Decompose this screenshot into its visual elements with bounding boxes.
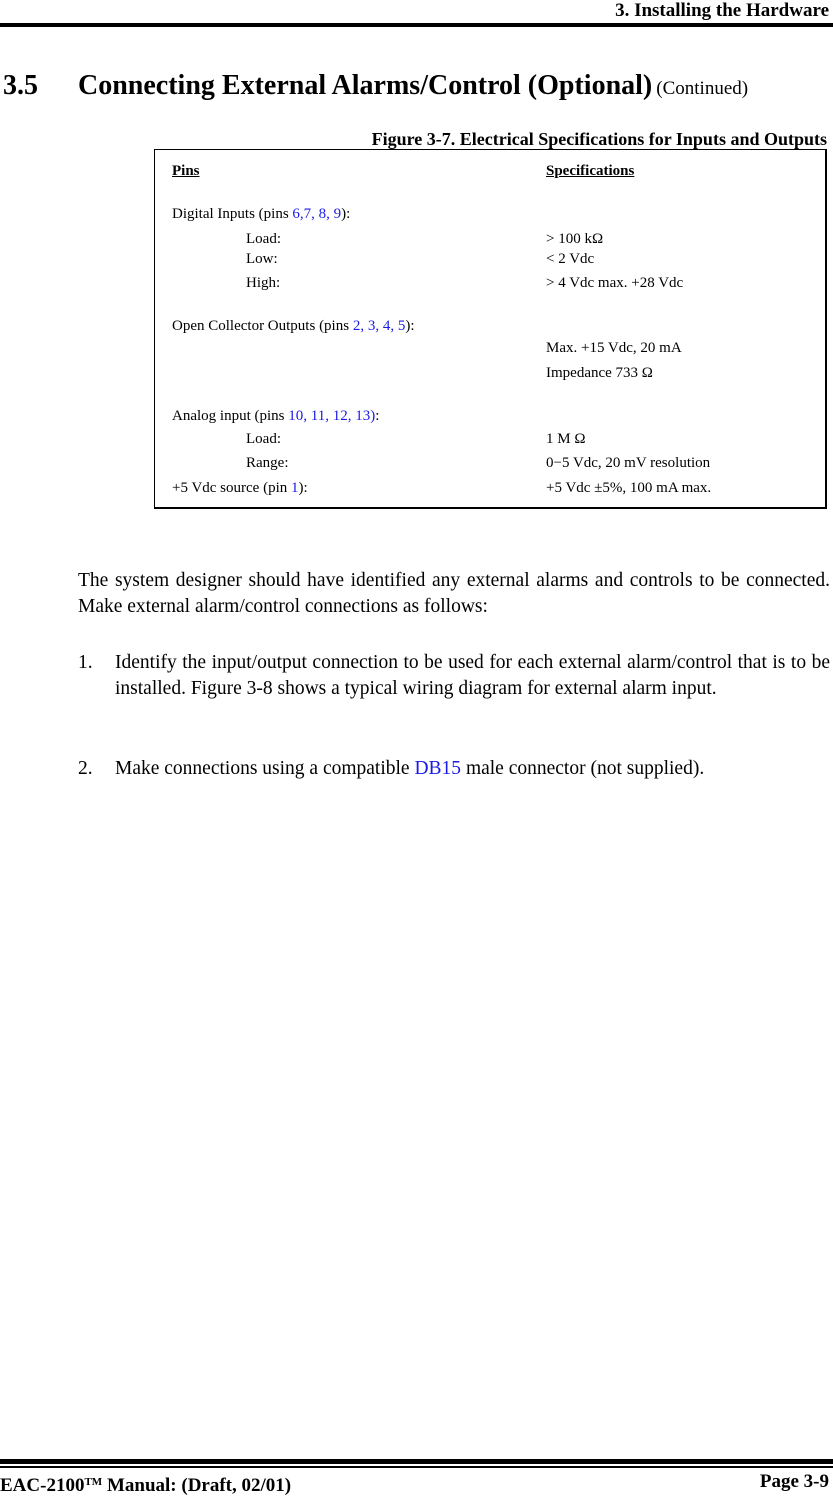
label-text: : [375,408,380,424]
spec-value: > 4 Vdc max. +28 Vdc [546,275,684,291]
label-text: +5 Vdc source (pin [172,480,291,496]
step-item: 1. Identify the input/output connection … [78,650,830,702]
label-text: Digital Inputs (pins [172,206,293,222]
spec-value: 0−5 Vdc, 20 mV resolution [546,455,711,471]
footer-rule-thin [0,1466,833,1468]
spec-name: Range: [246,455,289,471]
spec-row: Range: 0−5 Vdc, 20 mV resolution [155,453,825,473]
pin-link[interactable]: 6,7, 8, 9 [292,206,341,222]
pin-link[interactable]: 10, 11, 12, 13) [288,408,375,424]
spec-value: Max. +15 Vdc, 20 mA [546,340,682,356]
open-collector-label: Open Collector Outputs (pins 2, 3, 4, 5)… [172,316,415,336]
specifications-column-header: Specifications [546,163,635,179]
chapter-header: 3. Installing the Hardware [615,0,829,21]
step-item: 2. Make connections using a compatible D… [78,756,830,782]
section-heading: Connecting External Alarms/Control (Opti… [78,70,653,101]
spec-name: Load: [246,431,281,447]
spec-row: Max. +15 Vdc, 20 mA [155,338,825,358]
section-continued: (Continued) [656,78,749,99]
spec-header-row: Pins Specifications [155,161,825,181]
section-title: 3.5 Connecting External Alarms/Control (O… [3,70,748,102]
vdc-source-row: +5 Vdc source (pin 1): +5 Vdc ±5%, 100 m… [155,478,825,498]
spec-row: Load: > 100 kΩ [155,229,825,249]
spec-row: High: > 4 Vdc max. +28 Vdc [155,273,825,293]
open-collector-label-row: Open Collector Outputs (pins 2, 3, 4, 5)… [155,316,825,336]
spec-name: Low: [246,251,278,267]
label-text: ): [298,480,308,496]
page-number: Page 3-9 [759,1471,829,1492]
analog-input-label: Analog input (pins 10, 11, 12, 13): [172,406,379,426]
spec-value: +5 Vdc ±5%, 100 mA max. [546,480,712,496]
step-number: 2. [78,758,93,779]
spec-name: High: [246,275,281,291]
step-text-after: male connector (not supplied). [461,758,705,779]
spec-value: 1 M Ω [546,431,586,447]
spec-row: Low: < 2 Vdc [155,249,825,269]
product-name: EAC-2100 [0,1475,85,1496]
step-number: 1. [78,652,93,673]
figure-caption: Figure 3-7. Electrical Specifications fo… [371,129,827,149]
intro-paragraph: The system designer should have identifi… [78,570,830,617]
label-text: Analog input (pins [172,408,289,424]
manual-draft: Manual: (Draft, 02/01) [102,1475,292,1496]
pin-link[interactable]: 1 [291,480,299,496]
step-text-before: Make connections using a compatible [115,758,415,779]
spec-table: Pins Specifications Digital Inputs (pins… [154,149,827,509]
db15-link[interactable]: DB15 [414,758,461,779]
step-text: Make connections using a compatible DB15… [115,756,830,782]
analog-input-label-row: Analog input (pins 10, 11, 12, 13): [155,406,825,426]
spec-row: Impedance 733 Ω [155,363,825,383]
pins-column-header: Pins [172,163,200,179]
footer-rule-thick [0,1459,833,1464]
header-rule [0,23,833,27]
label-text: ): [341,206,351,222]
label-text: Open Collector Outputs (pins [172,318,353,334]
digital-inputs-label-row: Digital Inputs (pins 6,7, 8, 9): [155,204,825,224]
digital-inputs-label: Digital Inputs (pins 6,7, 8, 9): [172,204,350,224]
trademark-mark: TM [84,1476,103,1488]
pin-link[interactable]: 2, 3, 4, 5 [353,318,406,334]
section-number: 3.5 [3,70,38,101]
spec-value: Impedance 733 Ω [546,365,653,381]
spec-value: < 2 Vdc [546,251,595,267]
label-text: ): [405,318,415,334]
vdc-source-label: +5 Vdc source (pin 1): [172,478,308,498]
step-text: Identify the input/output connection to … [115,652,830,699]
spec-row: Load: 1 M Ω [155,429,825,449]
spec-name: Load: [246,231,281,247]
spec-value: > 100 kΩ [546,231,604,247]
footer-manual-title: EAC-2100TM Manual: (Draft, 02/01) [0,1471,291,1497]
